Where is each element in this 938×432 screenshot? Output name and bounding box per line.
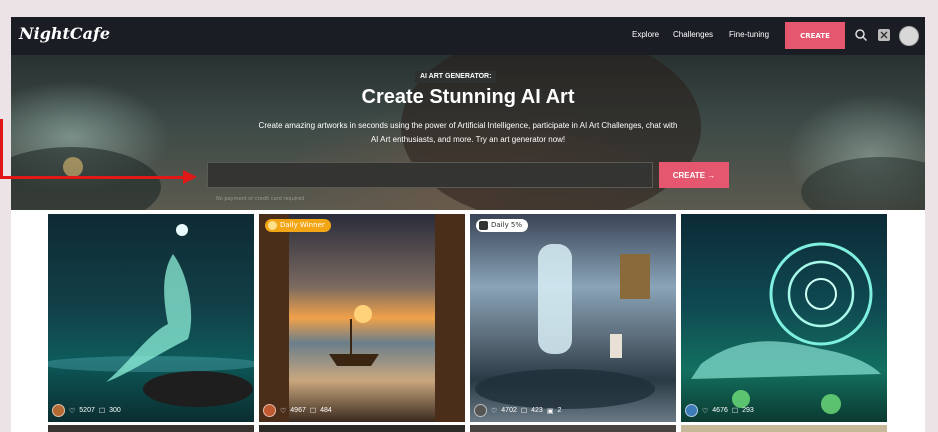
- like-count: 4702: [501, 407, 517, 414]
- annotation-arrow-shaft: [0, 176, 186, 179]
- daily-winner-badge: Daily Winner: [265, 219, 331, 232]
- gallery-card-4[interactable]: ♡ 4676 ☐ 293: [681, 214, 887, 422]
- creator-avatar[interactable]: [685, 404, 698, 417]
- image-icon: ▣: [546, 407, 554, 415]
- nav-link-explore[interactable]: Explore: [632, 30, 659, 39]
- gallery-card-7[interactable]: [470, 425, 676, 432]
- hero-eyebrow: AI ART GENERATOR:: [415, 71, 497, 83]
- top-nav: NightCafe Explore Challenges Fine-tuning…: [11, 17, 925, 55]
- gallery-card-5[interactable]: [48, 425, 254, 432]
- comment-count: 293: [742, 407, 754, 414]
- comment-count: 300: [109, 407, 121, 414]
- comment-count: 484: [320, 407, 332, 414]
- comment-icon[interactable]: ☐: [99, 407, 105, 415]
- nav-link-fine-tuning[interactable]: Fine-tuning: [729, 30, 769, 39]
- logo[interactable]: NightCafe: [19, 24, 110, 43]
- hero-section: NightCafe Explore Challenges Fine-tuning…: [11, 17, 925, 210]
- creator-avatar[interactable]: [263, 404, 276, 417]
- badge-label: Daily Winner: [280, 221, 325, 229]
- comment-count: 423: [531, 407, 543, 414]
- heart-icon[interactable]: ♡: [69, 407, 75, 415]
- card-stats: ♡ 4702 ☐ 423 ▣ 2: [474, 404, 561, 417]
- like-count: 5207: [79, 407, 95, 414]
- heart-icon[interactable]: ♡: [702, 407, 708, 415]
- nav-create-button[interactable]: CREATE: [785, 22, 845, 49]
- nav-link-challenges[interactable]: Challenges: [673, 30, 713, 39]
- gallery-card-3[interactable]: Daily 5% ♡ 4702 ☐ 423 ▣ 2: [470, 214, 676, 422]
- artwork-image: [475, 244, 655, 409]
- image-icon: [479, 221, 488, 230]
- gallery-card-2[interactable]: Daily Winner ♡ 4967 ☐ 484: [259, 214, 465, 422]
- gallery-card-1[interactable]: ♡ 5207 ☐ 300: [48, 214, 254, 422]
- daily-top-badge: Daily 5%: [476, 219, 529, 232]
- gallery-card-6[interactable]: [259, 425, 465, 432]
- prompt-input[interactable]: [207, 162, 653, 188]
- badge-label: Daily 5%: [491, 221, 523, 229]
- grid-icon[interactable]: [877, 28, 891, 42]
- image-count: 2: [557, 407, 562, 414]
- search-icon[interactable]: [854, 28, 868, 42]
- comment-icon[interactable]: ☐: [521, 407, 527, 415]
- card-stats: ♡ 4967 ☐ 484: [263, 404, 332, 417]
- heart-icon[interactable]: ♡: [280, 407, 286, 415]
- card-stats: ♡ 5207 ☐ 300: [52, 404, 121, 417]
- like-count: 4967: [290, 407, 306, 414]
- user-avatar[interactable]: [899, 26, 919, 46]
- artwork-image: [259, 214, 465, 422]
- artwork-image: [48, 224, 254, 407]
- like-count: 4676: [712, 407, 728, 414]
- annotation-arrowhead-icon: [183, 170, 197, 184]
- creator-avatar[interactable]: [474, 404, 487, 417]
- prompt-create-button[interactable]: CREATE →: [659, 162, 729, 188]
- comment-icon[interactable]: ☐: [732, 407, 738, 415]
- trophy-icon: [268, 221, 277, 230]
- annotation-arrow-stem: [0, 119, 3, 179]
- card-stats: ♡ 4676 ☐ 293: [685, 404, 754, 417]
- no-payment-hint: No payment or credit card required: [216, 196, 305, 202]
- heart-icon[interactable]: ♡: [491, 407, 497, 415]
- comment-icon[interactable]: ☐: [310, 407, 316, 415]
- gallery-card-8[interactable]: [681, 425, 887, 432]
- creator-avatar[interactable]: [52, 404, 65, 417]
- hero-title: Create Stunning AI Art: [361, 86, 575, 108]
- artwork-image: [691, 242, 881, 414]
- hero-subtitle: Create amazing artworks in seconds using…: [258, 121, 678, 144]
- browser-viewport: NightCafe Explore Challenges Fine-tuning…: [11, 17, 925, 432]
